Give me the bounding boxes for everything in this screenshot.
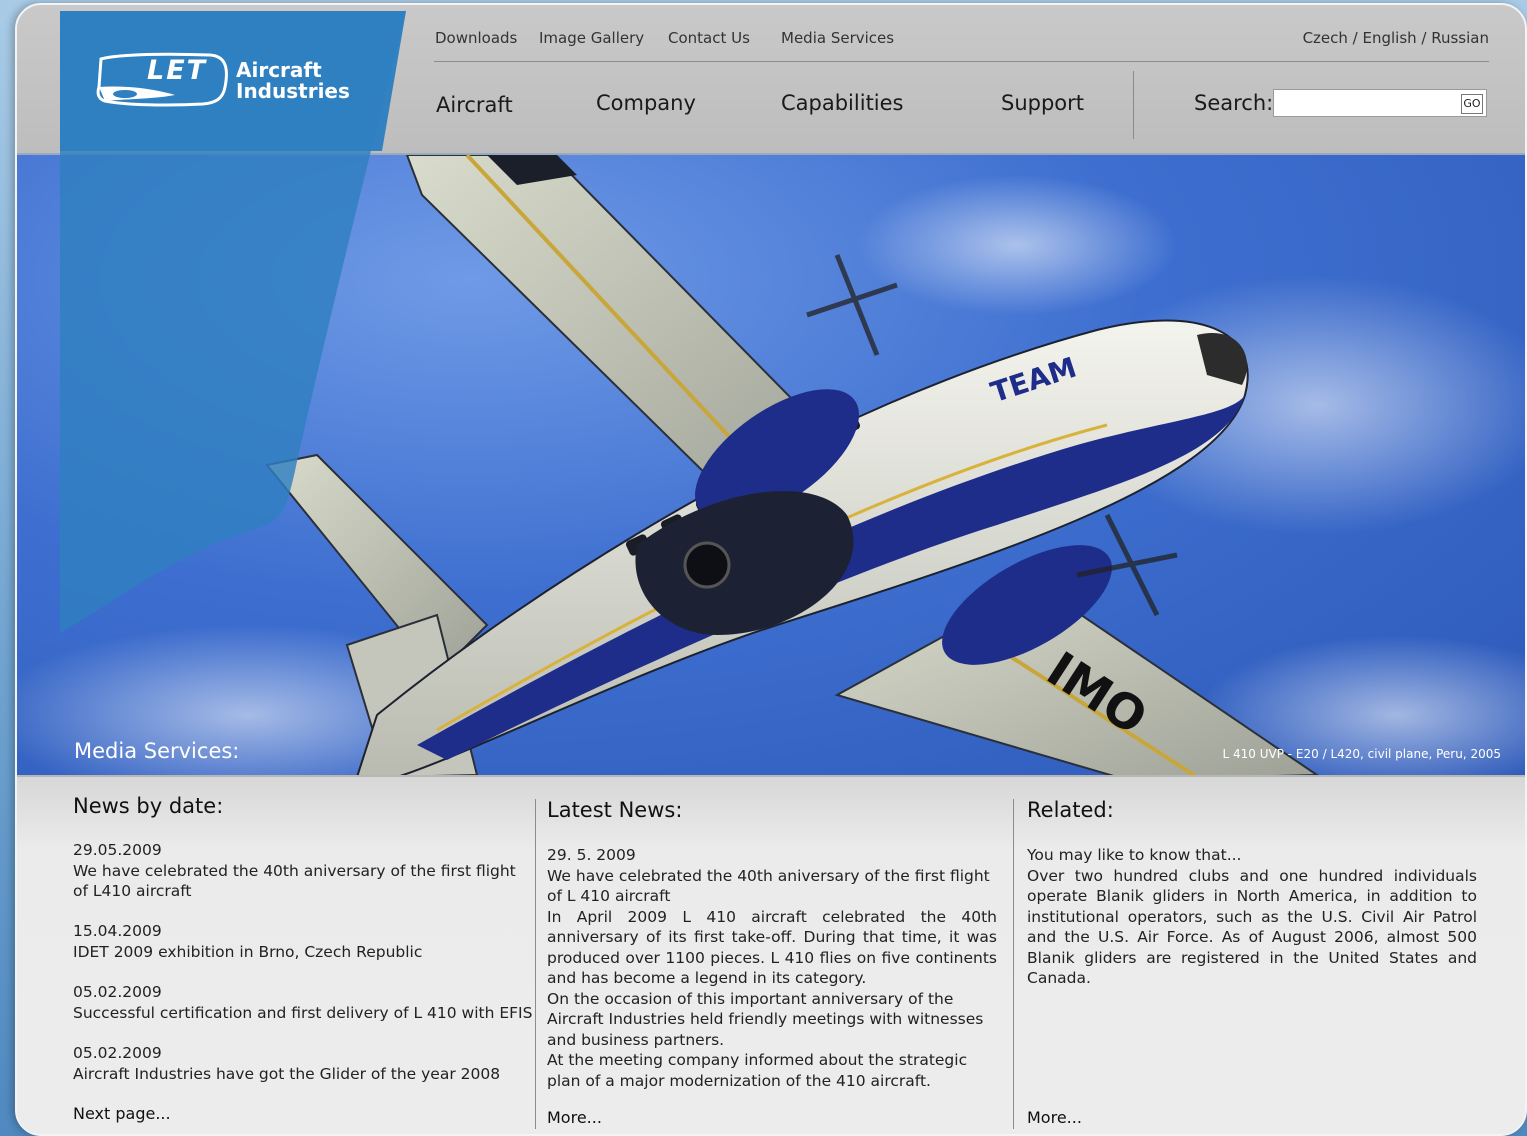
top-link-contact-us[interactable]: Contact Us xyxy=(668,29,750,47)
logo-mark: LET xyxy=(147,55,208,86)
language-switcher[interactable]: Czech / English / Russian xyxy=(1303,29,1489,47)
hero-caption[interactable]: Media Services: xyxy=(74,739,239,763)
nav-divider xyxy=(1133,71,1134,139)
company-logo[interactable]: LET Aircraft Industries xyxy=(95,49,355,111)
related-more-link[interactable]: More... xyxy=(1027,1108,1082,1127)
nav-capabilities[interactable]: Capabilities xyxy=(781,91,904,115)
nav-company[interactable]: Company xyxy=(596,91,696,115)
search-go-button[interactable]: GO xyxy=(1461,94,1483,114)
top-link-downloads[interactable]: Downloads xyxy=(435,29,517,47)
logo-line-2: Industries xyxy=(236,79,350,103)
photo-credit: L 410 UVP - E20 / L420, civil plane, Per… xyxy=(1222,747,1501,761)
nav-support[interactable]: Support xyxy=(1001,91,1084,115)
related-column: Related: You may like to know that... Ov… xyxy=(17,777,1525,1134)
site-frame: Downloads Image Gallery Contact Us Media… xyxy=(15,3,1527,1136)
related-intro: You may like to know that... xyxy=(1027,846,1242,864)
search-input[interactable] xyxy=(1273,89,1487,117)
search-label: Search: xyxy=(1194,91,1274,115)
content-area: News by date: 29.05.2009 We have celebra… xyxy=(17,775,1525,1134)
header-divider xyxy=(434,61,1489,62)
related-body: You may like to know that... Over two hu… xyxy=(1027,845,1477,989)
top-link-image-gallery[interactable]: Image Gallery xyxy=(539,29,644,47)
related-text: Over two hundred clubs and one hundred i… xyxy=(1027,866,1477,988)
top-link-media-services[interactable]: Media Services xyxy=(781,29,894,47)
related-title: Related: xyxy=(1027,798,1114,822)
nav-aircraft[interactable]: Aircraft xyxy=(436,93,513,117)
